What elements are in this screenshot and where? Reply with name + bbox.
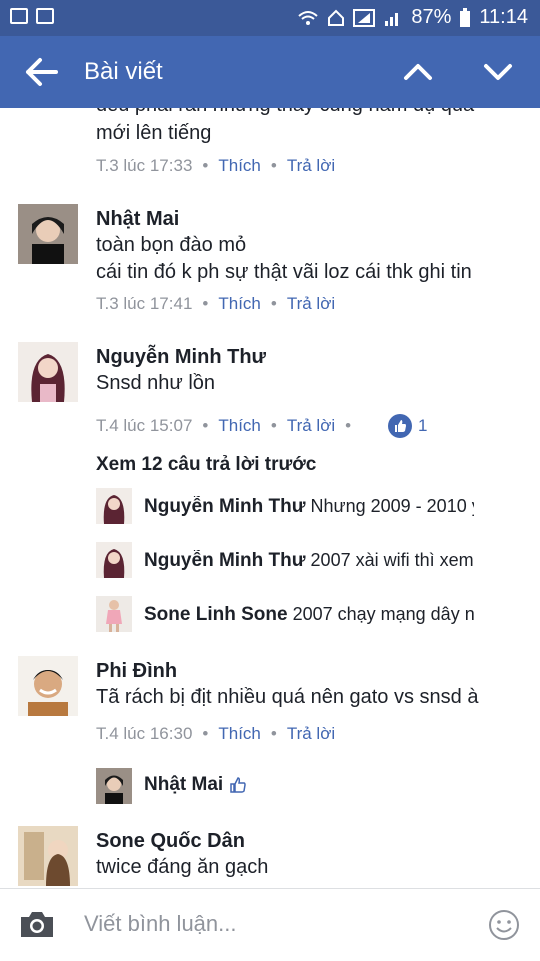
avatar[interactable] — [18, 204, 78, 264]
comment-meta: T.3 lúc 17:33 • Thích • Trả lời — [96, 156, 336, 175]
comment-time: T.3 lúc 17:33 — [96, 156, 193, 175]
reply-name: Sone Linh Sone — [144, 604, 288, 625]
like-link[interactable]: Thích — [218, 416, 261, 435]
comment-time: T.4 lúc 15:07 — [96, 416, 193, 435]
chevron-up-icon[interactable] — [400, 56, 436, 88]
comment-text: cái tin đó k ph sự thật vãi loz cái thk … — [96, 261, 472, 283]
battery-icon — [460, 7, 471, 27]
avatar[interactable] — [18, 656, 78, 716]
commenter-name[interactable]: Phi Đình — [96, 660, 177, 683]
page-title: Bài viết — [84, 58, 163, 85]
reply-name: Nhật Mai — [144, 774, 224, 795]
reply-link[interactable]: Trả lời — [287, 156, 335, 175]
comment-text: toàn bọn đào mỏ — [96, 234, 247, 256]
status-bar: 87% 11:14 — [0, 0, 540, 36]
like-thumb-icon — [230, 777, 246, 793]
signal-icon — [353, 8, 376, 27]
comment-meta: T.4 lúc 16:30 • Thích • Trả lời — [96, 724, 336, 743]
comment-input[interactable]: Viết bình luận... — [84, 911, 237, 937]
reaction-number: 1 — [418, 416, 428, 435]
comment-text: đều phải rần nhưng thấy cũng hăm dụ quá — [96, 108, 474, 117]
comment-text: twice đáng ăn gạch — [96, 856, 269, 878]
commenter-name[interactable]: Sone Quốc Dân — [96, 830, 245, 853]
gallery-icon — [36, 8, 54, 24]
comment-meta: T.4 lúc 15:07 • Thích • Trả lời • — [96, 416, 352, 435]
battery-percent: 87% — [411, 6, 452, 28]
reply-name: Nguyễn Minh Thư — [144, 496, 306, 517]
reply-text: Nhưng 2009 - 2010 yout... — [310, 496, 474, 516]
commenter-name[interactable]: Nguyễn Minh Thư — [96, 346, 266, 369]
reply-link[interactable]: Trả lời — [287, 724, 335, 743]
signal-bars-icon — [385, 12, 399, 26]
reply-text: 2007 chạy mạng dây nha e.... — [292, 604, 474, 624]
app-bar: Bài viết — [0, 36, 540, 108]
reply-item[interactable]: Nguyễn Minh Thư 2007 xài wifi thì xem cá… — [144, 550, 474, 572]
comment-text: Tã rách bị địt nhiều quá nên gato vs sns… — [96, 686, 479, 708]
wifi-icon — [298, 10, 319, 25]
view-previous-replies[interactable]: Xem 12 câu trả lời trước — [96, 454, 316, 476]
reaction-count[interactable]: 1 — [388, 414, 427, 438]
reply-item[interactable]: Sone Linh Sone 2007 chạy mạng dây nha e.… — [144, 604, 474, 626]
reply-avatar[interactable] — [96, 596, 132, 632]
reply-text: 2007 xài wifi thì xem cái... — [310, 550, 474, 570]
reply-link[interactable]: Trả lời — [287, 416, 335, 435]
back-arrow-icon[interactable] — [24, 56, 60, 88]
avatar[interactable] — [18, 342, 78, 402]
comment-composer: Viết bình luận... — [0, 888, 540, 961]
comment-feed[interactable]: đều phải rần nhưng thấy cũng hăm dụ quá … — [0, 108, 540, 888]
reply-avatar[interactable] — [96, 488, 132, 524]
reply-link[interactable]: Trả lời — [287, 294, 335, 313]
reply-avatar[interactable] — [96, 542, 132, 578]
chevron-down-icon[interactable] — [480, 56, 516, 88]
like-link[interactable]: Thích — [218, 724, 261, 743]
reply-item[interactable]: Nguyễn Minh Thư Nhưng 2009 - 2010 yout..… — [144, 496, 474, 518]
commenter-name[interactable]: Nhật Mai — [96, 208, 179, 231]
reply-avatar[interactable] — [96, 768, 132, 804]
home-icon — [328, 9, 345, 26]
notification-icon — [10, 8, 28, 24]
clock: 11:14 — [479, 6, 528, 28]
comment-text: mới lên tiếng — [96, 122, 212, 144]
reply-preview[interactable]: Nhật Mai — [144, 774, 344, 796]
reply-name: Nguyễn Minh Thư — [144, 550, 306, 571]
like-link[interactable]: Thích — [218, 294, 261, 313]
comment-time: T.3 lúc 17:41 — [96, 294, 193, 313]
emoji-icon[interactable] — [488, 909, 520, 941]
camera-icon[interactable] — [18, 909, 56, 939]
comment-time: T.4 lúc 16:30 — [96, 724, 193, 743]
like-thumb-icon — [388, 414, 412, 438]
comment-text: Snsd như lồn — [96, 372, 216, 394]
like-link[interactable]: Thích — [218, 156, 261, 175]
comment-meta: T.3 lúc 17:41 • Thích • Trả lời — [96, 294, 336, 313]
avatar[interactable] — [18, 826, 78, 886]
